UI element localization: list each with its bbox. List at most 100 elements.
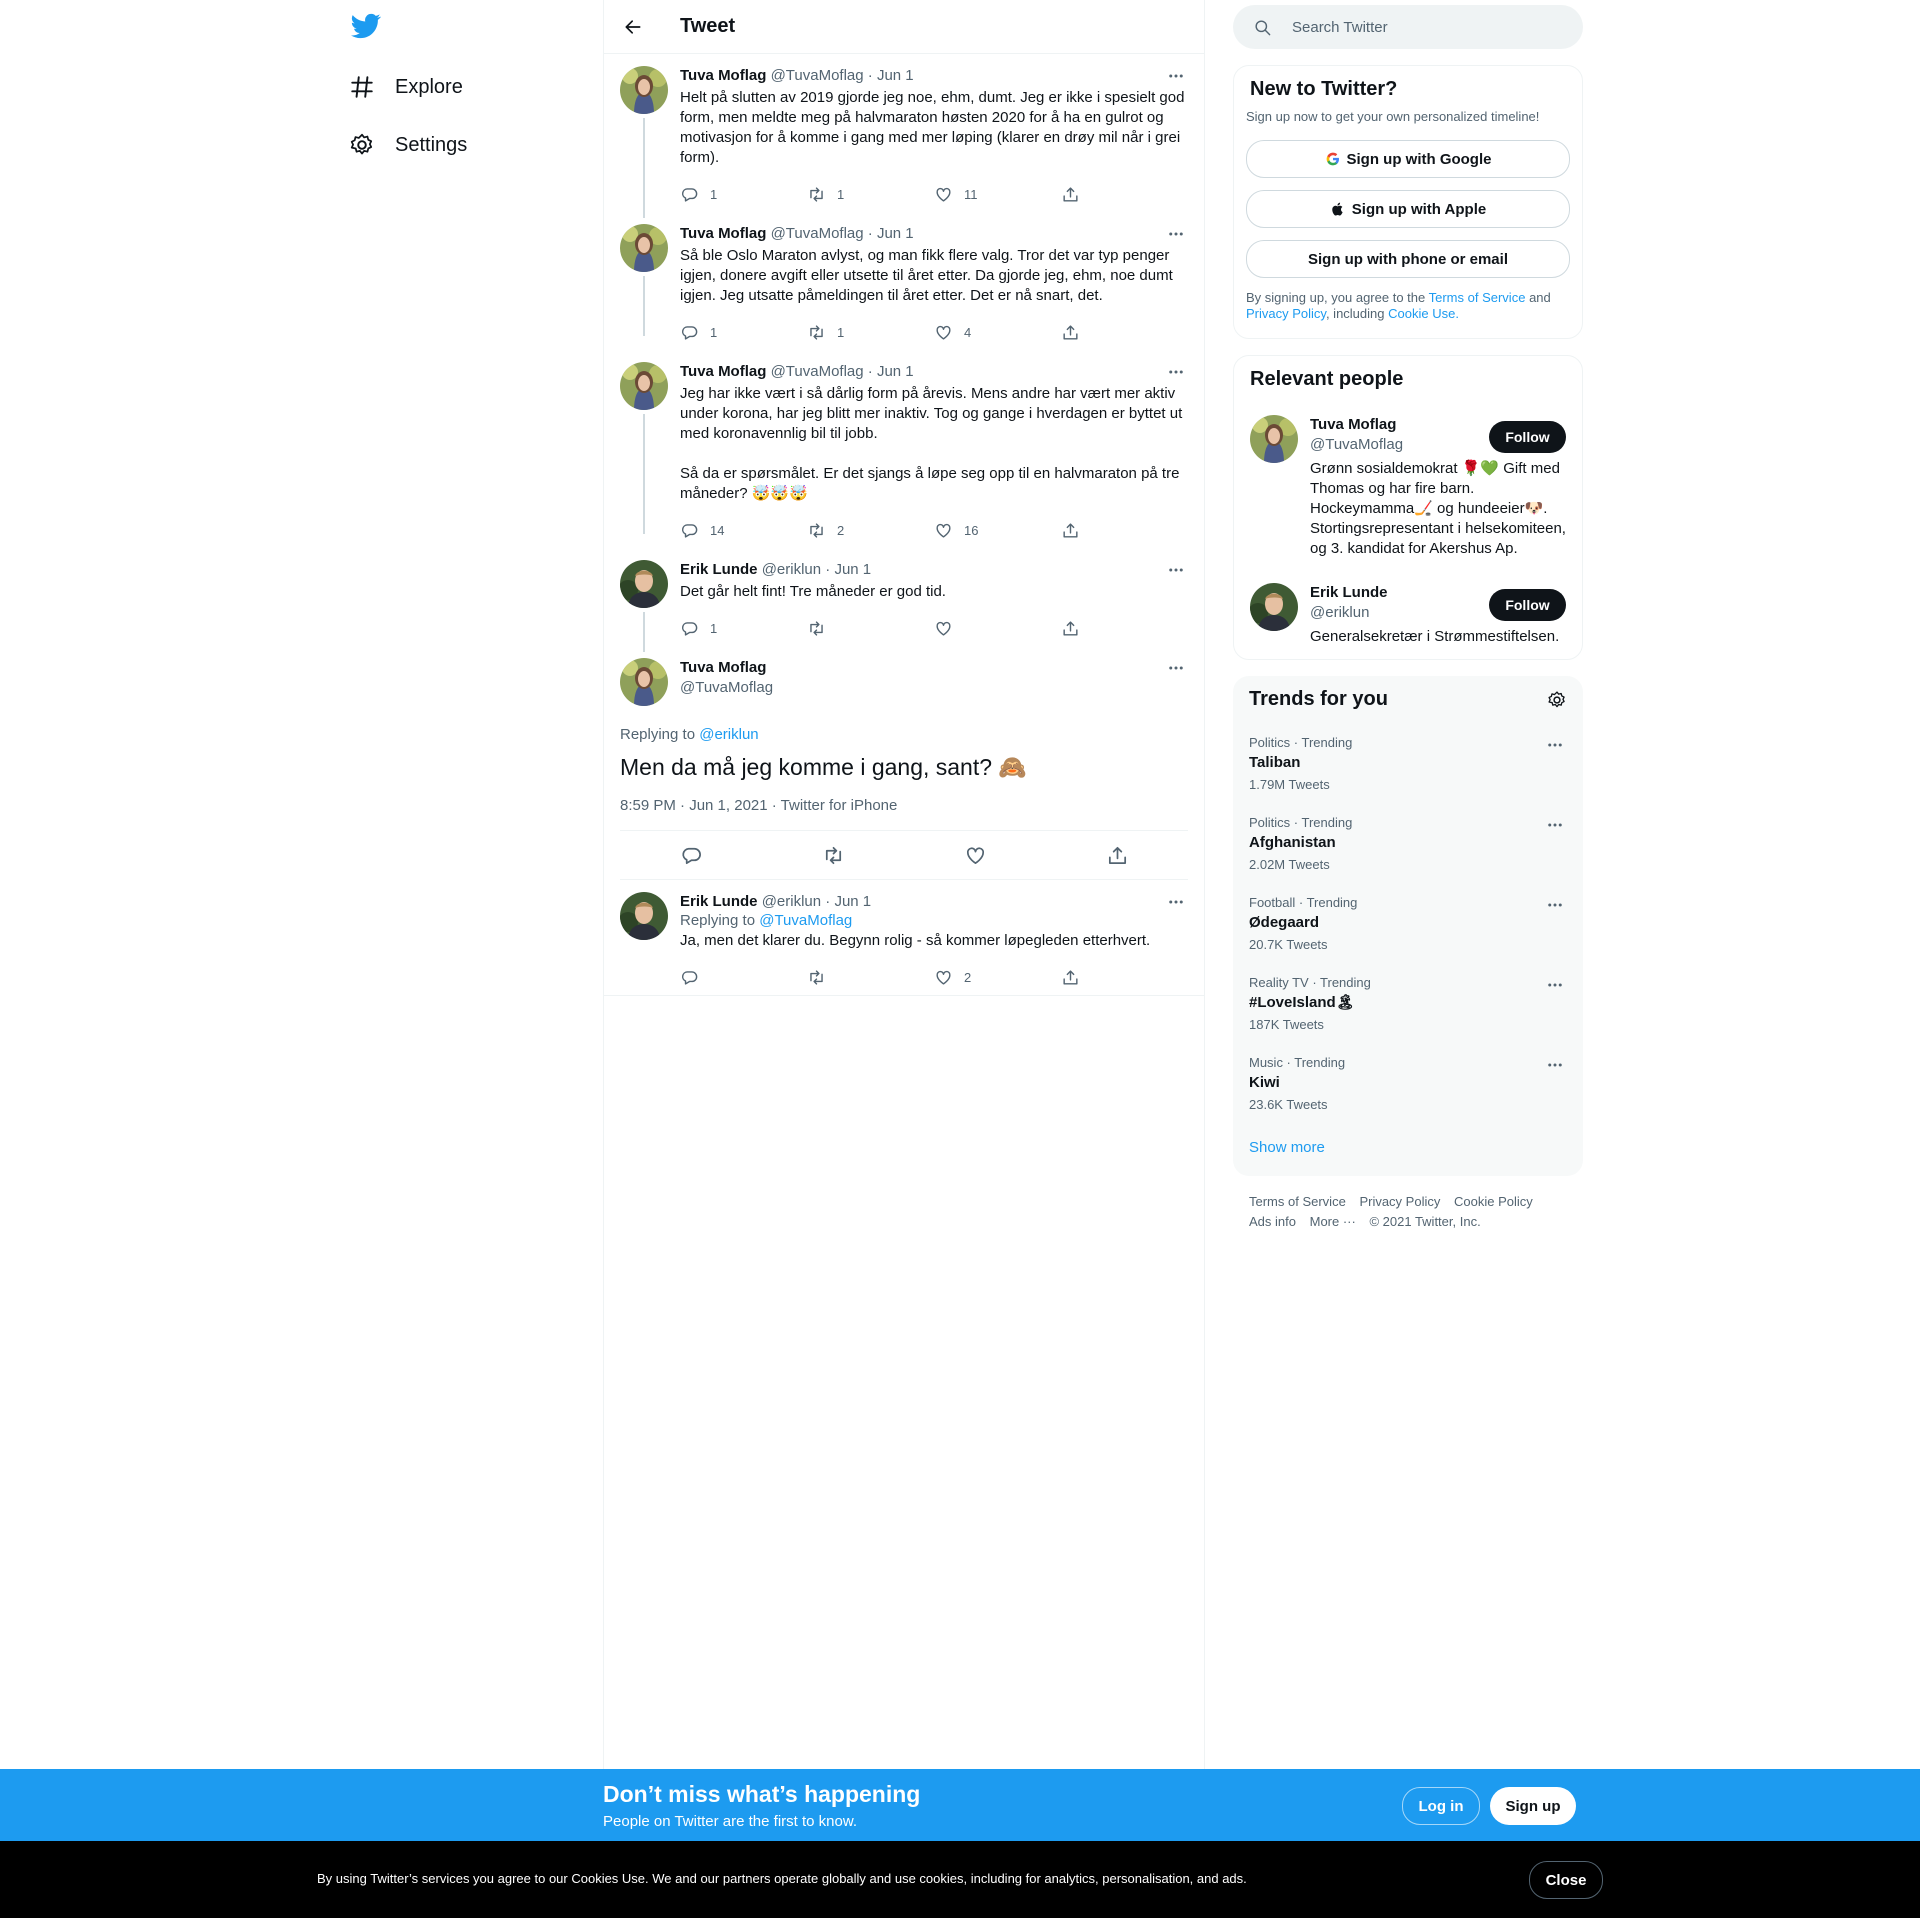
avatar[interactable] — [620, 658, 668, 706]
signup-google-button[interactable]: Sign up with Google — [1246, 140, 1570, 178]
reply-button[interactable]: 1 — [680, 323, 807, 342]
avatar[interactable] — [620, 560, 668, 608]
tweet-date[interactable]: · Jun 1 — [868, 363, 914, 380]
reply-button[interactable] — [680, 844, 703, 867]
nav-settings[interactable]: Settings — [349, 123, 467, 167]
trend-item[interactable]: Politics · Trending Taliban 1.79M Tweets — [1233, 723, 1583, 803]
terms-link[interactable]: Terms of Service — [1429, 290, 1526, 305]
follow-button[interactable]: Follow — [1489, 589, 1566, 621]
trend-item[interactable]: Music · Trending Kiwi 23.6K Tweets — [1233, 1043, 1583, 1123]
reply-button[interactable] — [680, 968, 807, 987]
author-handle[interactable]: @TuvaMoflag — [680, 678, 1188, 698]
share-button[interactable] — [1061, 323, 1188, 342]
tweet-date[interactable]: · Jun 1 — [868, 67, 914, 84]
more-options-button[interactable] — [1164, 892, 1188, 912]
author-handle[interactable]: @TuvaMoflag — [771, 67, 864, 84]
gear-icon[interactable] — [1547, 690, 1567, 710]
person-item[interactable]: Tuva Moflag @TuvaMoflag Grønn sosialdemo… — [1234, 403, 1582, 571]
retweet-button[interactable] — [807, 968, 934, 987]
more-options-button[interactable] — [1543, 817, 1567, 833]
reply-button[interactable]: 14 — [680, 521, 807, 540]
replying-to-link[interactable]: @TuvaMoflag — [759, 912, 852, 929]
avatar[interactable] — [620, 66, 668, 114]
reply-button[interactable]: 1 — [680, 185, 807, 204]
signup-apple-button[interactable]: Sign up with Apple — [1246, 190, 1570, 228]
author-name[interactable]: Tuva Moflag — [680, 363, 766, 380]
more-options-button[interactable] — [1543, 737, 1567, 753]
avatar[interactable] — [620, 224, 668, 272]
author-handle[interactable]: @TuvaMoflag — [771, 225, 864, 242]
share-button[interactable] — [1106, 844, 1129, 867]
more-options-button[interactable] — [1543, 1057, 1567, 1073]
cookie-link[interactable]: Cookie Use. — [1388, 306, 1459, 321]
like-button[interactable]: 11 — [934, 185, 1061, 204]
tweet-timestamp[interactable]: 8:59 PM · Jun 1, 2021 · Twitter for iPho… — [620, 797, 1188, 831]
tweet-date[interactable]: · Jun 1 — [868, 225, 914, 242]
replying-to-link[interactable]: @eriklun — [699, 726, 758, 743]
retweet-button[interactable] — [807, 619, 934, 638]
footer-privacy-link[interactable]: Privacy Policy — [1359, 1194, 1440, 1209]
show-more-link[interactable]: Show more — [1233, 1123, 1583, 1176]
like-button[interactable]: 16 — [934, 521, 1061, 540]
author-name[interactable]: Tuva Moflag — [680, 67, 766, 84]
author-handle[interactable]: @TuvaMoflag — [771, 363, 864, 380]
more-options-button[interactable] — [1164, 658, 1188, 678]
author-handle[interactable]: @eriklun — [762, 893, 821, 910]
back-button[interactable] — [616, 10, 650, 44]
thread-tweet[interactable]: Erik Lunde @eriklun · Jun 1 Det går helt… — [604, 548, 1204, 652]
twitter-logo-icon[interactable] — [351, 11, 381, 41]
search-box[interactable] — [1233, 5, 1583, 49]
retweet-button[interactable]: 2 — [807, 521, 934, 540]
person-handle[interactable]: @eriklun — [1310, 603, 1480, 623]
privacy-link[interactable]: Privacy Policy — [1246, 306, 1326, 321]
person-name[interactable]: Erik Lunde — [1310, 583, 1480, 603]
person-name[interactable]: Tuva Moflag — [1310, 415, 1480, 435]
login-button[interactable]: Log in — [1402, 1787, 1480, 1825]
search-input[interactable] — [1290, 17, 1554, 37]
retweet-button[interactable]: 1 — [807, 323, 934, 342]
more-options-button[interactable] — [1164, 560, 1188, 580]
like-button[interactable] — [934, 619, 1061, 638]
retweet-button[interactable] — [822, 844, 845, 867]
tweet-date[interactable]: · Jun 1 — [825, 893, 871, 910]
tweet-date[interactable]: · Jun 1 — [825, 561, 871, 578]
person-item[interactable]: Erik Lunde @eriklun Generalsekretær i St… — [1234, 571, 1582, 659]
trend-item[interactable]: Politics · Trending Afghanistan 2.02M Tw… — [1233, 803, 1583, 883]
like-button[interactable] — [964, 844, 987, 867]
more-options-button[interactable] — [1543, 897, 1567, 913]
thread-tweet[interactable]: Tuva Moflag @TuvaMoflag · Jun 1 Helt på … — [604, 54, 1204, 218]
author-handle[interactable]: @eriklun — [762, 561, 821, 578]
person-handle[interactable]: @TuvaMoflag — [1310, 435, 1480, 455]
trend-item[interactable]: Football · Trending Ødegaard 20.7K Tweet… — [1233, 883, 1583, 963]
trend-item[interactable]: Reality TV · Trending #LoveIsland🏝 187K … — [1233, 963, 1583, 1043]
close-button[interactable]: Close — [1529, 1861, 1603, 1899]
avatar[interactable] — [1250, 415, 1298, 463]
thread-tweet[interactable]: Tuva Moflag @TuvaMoflag · Jun 1 Så ble O… — [604, 212, 1204, 350]
nav-explore[interactable]: Explore — [349, 65, 463, 109]
share-button[interactable] — [1061, 619, 1188, 638]
avatar[interactable] — [1250, 583, 1298, 631]
more-options-button[interactable] — [1164, 224, 1188, 244]
share-button[interactable] — [1061, 185, 1188, 204]
avatar[interactable] — [620, 362, 668, 410]
share-button[interactable] — [1061, 521, 1188, 540]
signup-button[interactable]: Sign up — [1490, 1787, 1576, 1825]
footer-ads-link[interactable]: Ads info — [1249, 1214, 1296, 1229]
retweet-button[interactable]: 1 — [807, 185, 934, 204]
footer-more-link[interactable]: More ··· — [1310, 1214, 1356, 1229]
share-button[interactable] — [1061, 968, 1188, 987]
follow-button[interactable]: Follow — [1489, 421, 1566, 453]
thread-tweet[interactable]: Tuva Moflag @TuvaMoflag · Jun 1 Jeg har … — [604, 350, 1204, 548]
more-options-button[interactable] — [1164, 362, 1188, 382]
more-options-button[interactable] — [1164, 66, 1188, 86]
like-button[interactable]: 2 — [934, 968, 1061, 987]
more-options-button[interactable] — [1543, 977, 1567, 993]
avatar[interactable] — [620, 892, 668, 940]
reply-button[interactable]: 1 — [680, 619, 807, 638]
footer-cookie-link[interactable]: Cookie Policy — [1454, 1194, 1533, 1209]
like-button[interactable]: 4 — [934, 323, 1061, 342]
signup-phone-button[interactable]: Sign up with phone or email — [1246, 240, 1570, 278]
reply-tweet[interactable]: Erik Lunde @eriklun · Jun 1 Replying to … — [604, 880, 1204, 996]
author-name[interactable]: Tuva Moflag — [680, 225, 766, 242]
footer-terms-link[interactable]: Terms of Service — [1249, 1194, 1346, 1209]
